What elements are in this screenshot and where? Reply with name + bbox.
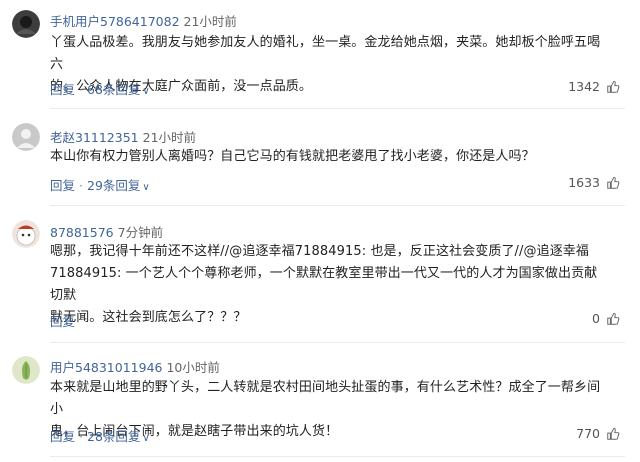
comment-time: 10小时前: [166, 360, 220, 375]
separator-dot: ·: [79, 429, 83, 444]
comment-line: 71884915: 一个艺人个个尊称老师，一个默默在教室里带出一代又一代的人才为…: [50, 266, 598, 303]
like-control[interactable]: 1633: [568, 175, 620, 190]
divider: [50, 205, 625, 206]
thumbs-up-icon[interactable]: [606, 176, 620, 190]
avatar[interactable]: [12, 220, 40, 248]
thumbs-up-icon[interactable]: [606, 427, 620, 441]
like-count: 1342: [568, 79, 600, 94]
comment-line: 丫蛋人品极差。我朋友与她参加友人的婚礼，坐一桌。金龙给她点烟，夹菜。她却板个脸呼…: [50, 35, 601, 72]
thumbs-up-icon[interactable]: [606, 80, 620, 94]
comment-time: 21小时前: [142, 130, 197, 145]
comment-line: 本来就是山地里的野丫头，二人转就是农村田间地头扯蛋的事，有什么艺术性？成全了一帮…: [50, 380, 601, 417]
reply-button[interactable]: 回复: [50, 178, 75, 193]
comment-username[interactable]: 老赵31112351 21小时前: [50, 127, 196, 146]
comment-actions: 回复 · 68条回复 ∨: [50, 79, 150, 98]
thumbs-up-icon[interactable]: [606, 312, 620, 326]
divider: [50, 108, 625, 109]
separator-dot: ·: [79, 178, 83, 193]
chevron-down-icon[interactable]: ∨: [142, 182, 149, 193]
view-replies-link[interactable]: 29条回复: [87, 178, 140, 193]
comment-text: 本山你有权力管别人离婚吗？自己它马的有钱就把老婆甩了找小老婆，你还是人吗？: [50, 146, 610, 168]
comment-line: 本山你有权力管别人离婚吗？自己它马的有钱就把老婆甩了找小老婆，你还是人吗？: [50, 149, 535, 164]
divider: [50, 456, 625, 457]
avatar[interactable]: [12, 123, 40, 151]
comment-time: 21小时前: [183, 14, 237, 29]
username-text[interactable]: 手机用户5786417082: [50, 14, 180, 29]
like-count: 770: [576, 426, 600, 441]
like-count: 0: [592, 311, 600, 326]
comment-username[interactable]: 手机用户5786417082 21小时前: [50, 11, 237, 30]
divider: [50, 342, 625, 343]
comment-username[interactable]: 87881576 7分钟前: [50, 222, 163, 241]
comment-actions: 回复 · 29条回复 ∨: [50, 175, 150, 194]
comment-line: 嗯那，我记得十年前还不这样//@追逐幸福71884915: 也是，反正这社会变质…: [50, 244, 589, 259]
separator-dot: ·: [79, 82, 83, 97]
comment-actions: 回复: [50, 311, 75, 330]
chevron-down-icon[interactable]: ∨: [142, 433, 149, 444]
chevron-down-icon[interactable]: ∨: [142, 86, 149, 97]
like-control[interactable]: 1342: [568, 79, 620, 94]
avatar[interactable]: [12, 356, 40, 384]
reply-button[interactable]: 回复: [50, 429, 75, 444]
reply-button[interactable]: 回复: [50, 314, 75, 329]
reply-button[interactable]: 回复: [50, 82, 75, 97]
like-control[interactable]: 770: [576, 426, 620, 441]
comment-text: 嗯那，我记得十年前还不这样//@追逐幸福71884915: 也是，反正这社会变质…: [50, 241, 610, 329]
comment-username[interactable]: 用户54831011946 10小时前: [50, 357, 220, 376]
like-control[interactable]: 0: [592, 311, 620, 326]
like-count: 1633: [568, 175, 600, 190]
view-replies-link[interactable]: 28条回复: [87, 429, 140, 444]
comment-actions: 回复 · 28条回复 ∨: [50, 426, 150, 445]
avatar[interactable]: [12, 10, 40, 38]
username-text[interactable]: 87881576: [50, 225, 114, 240]
username-text[interactable]: 用户54831011946: [50, 360, 162, 375]
view-replies-link[interactable]: 68条回复: [87, 82, 140, 97]
comment-line: 默无闻。这社会到底怎么了？？？: [50, 310, 247, 325]
comment-time: 7分钟前: [117, 225, 164, 240]
username-text[interactable]: 老赵31112351: [50, 130, 139, 145]
